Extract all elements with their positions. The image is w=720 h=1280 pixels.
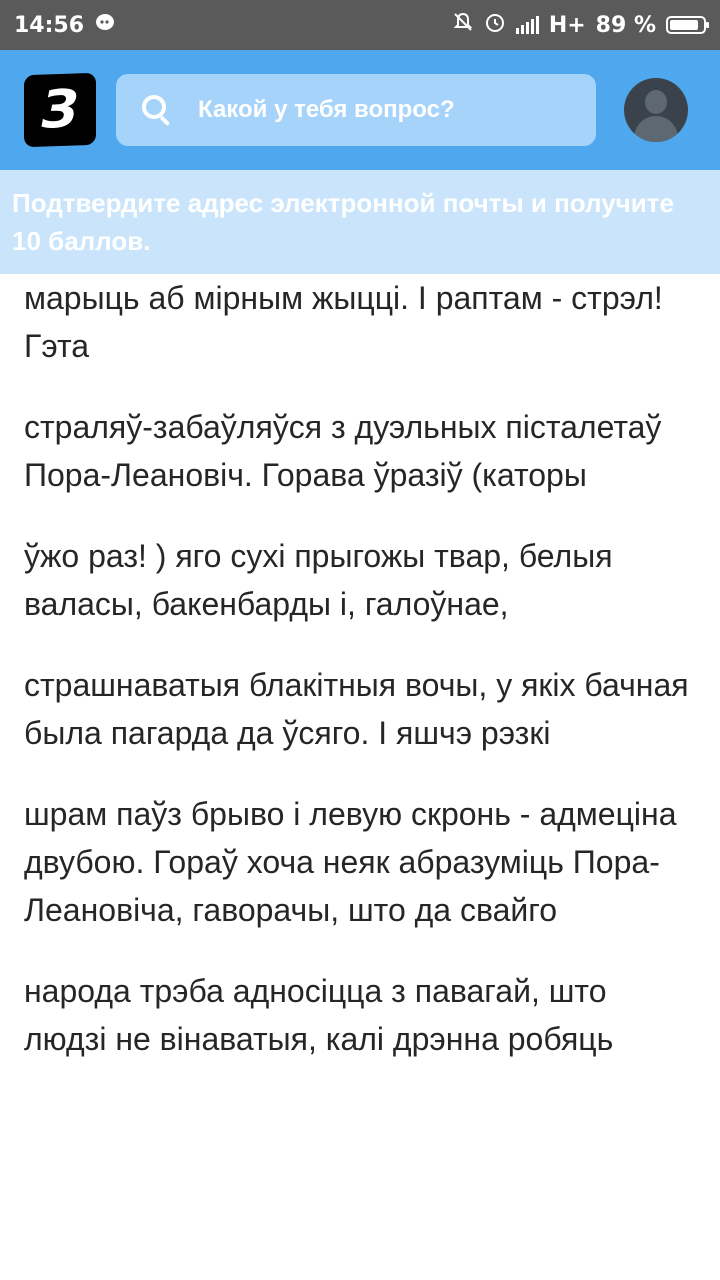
logo-letter: З	[41, 79, 79, 141]
screen: 14:56 H+ 89 % З Какой у тебя вопрос? Под…	[0, 0, 720, 1280]
avatar-body	[634, 116, 678, 142]
status-time: 14:56	[14, 12, 85, 38]
content-paragraph: шрам паўз брыво і левую скронь - адмецін…	[24, 796, 677, 928]
content-paragraph: ўжо раз! ) яго сухі прыгожы твар, белыя …	[24, 538, 613, 622]
status-bar: 14:56 H+ 89 %	[0, 0, 720, 50]
search-placeholder: Какой у тебя вопрос?	[198, 96, 455, 123]
status-left: 14:56	[14, 12, 116, 38]
battery-fill	[670, 20, 698, 30]
brainly-logo[interactable]: З	[24, 72, 96, 148]
content-paragraph: народа трэба адносіцца з павагай, што лю…	[24, 973, 614, 1057]
content-paragraph: страляў-забаўляўся з дуэльных пісталетаў…	[24, 409, 662, 493]
status-right: H+ 89 %	[452, 11, 709, 39]
alarm-icon	[484, 11, 506, 39]
email-verify-text: Подтвердите адрес электронной почты и по…	[12, 188, 674, 256]
search-input[interactable]: Какой у тебя вопрос?	[116, 74, 596, 146]
mute-icon	[452, 11, 474, 39]
search-icon	[142, 95, 172, 127]
content-paragraph: марыць аб мірным жыцці. І раптам - стрэл…	[24, 280, 663, 364]
notification-icon	[94, 12, 116, 38]
answer-content: марыць аб мірным жыцці. І раптам - стрэл…	[0, 274, 720, 1280]
network-type: H+	[548, 12, 586, 38]
battery-icon	[666, 16, 709, 34]
avatar-head	[645, 90, 667, 114]
avatar[interactable]	[624, 78, 688, 142]
battery-percent: 89 %	[595, 12, 656, 38]
content-paragraph: страшнаватыя блакітныя вочы, у якіх бачн…	[24, 667, 689, 751]
app-header: З Какой у тебя вопрос?	[0, 50, 720, 170]
email-verify-banner[interactable]: Подтвердите адрес электронной почты и по…	[0, 170, 720, 274]
signal-icon	[515, 16, 539, 34]
